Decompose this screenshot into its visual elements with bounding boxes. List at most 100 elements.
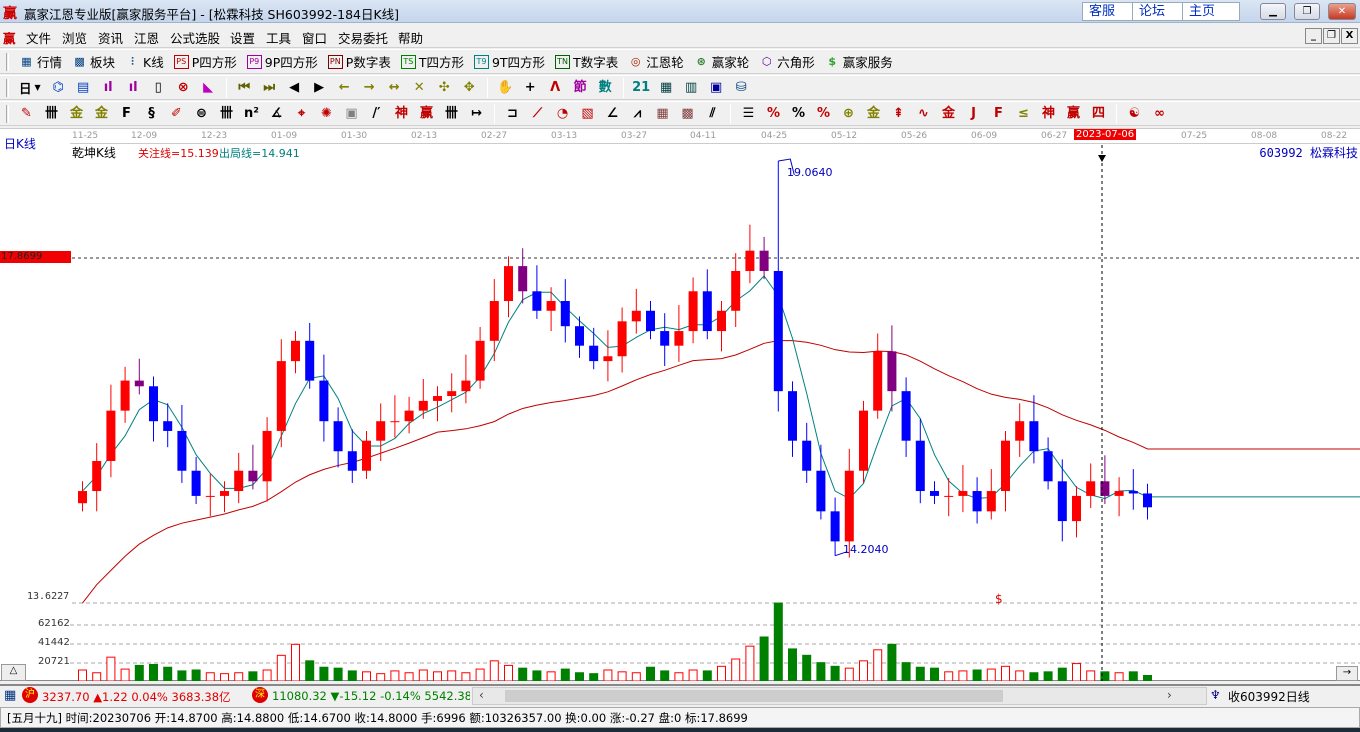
- quote-table-icon[interactable]: ▦: [4, 688, 16, 703]
- grid2-icon[interactable]: ▩: [678, 106, 698, 122]
- measure-icon[interactable]: ↦: [467, 106, 487, 122]
- toolbar-grip[interactable]: [6, 78, 9, 97]
- pct-fan-icon[interactable]: %: [764, 106, 784, 122]
- ying-icon[interactable]: 赢: [417, 106, 437, 122]
- customer-service-link[interactable]: 客服: [1082, 2, 1134, 21]
- zigzag-icon[interactable]: ⩘: [628, 106, 648, 122]
- arrow-icon[interactable]: ⇞: [889, 106, 909, 122]
- last-icon[interactable]: ⏭: [259, 80, 279, 96]
- period-dropdown[interactable]: 日 ▼: [15, 77, 45, 98]
- expand-panel-button[interactable]: △: [1, 664, 26, 681]
- menu-browse[interactable]: 浏览: [62, 28, 87, 47]
- four-icon[interactable]: 四: [1089, 106, 1109, 122]
- angle-icon[interactable]: ∡: [267, 106, 287, 122]
- number-icon[interactable]: 數: [595, 80, 615, 96]
- gann-grid-icon[interactable]: 卌: [42, 106, 62, 122]
- candle-icon[interactable]: ▯: [148, 80, 168, 96]
- target-icon[interactable]: ⌖: [292, 106, 312, 122]
- gold-coin-icon[interactable]: ⊕: [839, 106, 859, 122]
- toolbar-button-kline[interactable]: ⫶ K线: [121, 51, 168, 72]
- calendar-icon[interactable]: 21: [631, 80, 651, 96]
- toolbar-button-ts[interactable]: TS T四方形: [397, 51, 468, 72]
- crosshair-icon[interactable]: +: [520, 80, 540, 96]
- network-icon[interactable]: ⛁: [731, 80, 751, 96]
- toolbar-button-pn[interactable]: PN P数字表: [324, 51, 395, 72]
- square-icon[interactable]: ▣: [342, 106, 362, 122]
- chart-canvas[interactable]: [0, 129, 1360, 681]
- gold-bar-icon[interactable]: 金: [939, 106, 959, 122]
- scrollbar-thumb[interactable]: [505, 690, 1003, 702]
- menu-settings[interactable]: 设置: [230, 28, 255, 47]
- close-button[interactable]: ✕: [1328, 3, 1356, 20]
- pct-line-icon[interactable]: %: [814, 106, 834, 122]
- arc-icon[interactable]: ◔: [553, 106, 573, 122]
- fan-icon[interactable]: ⟋: [528, 106, 548, 122]
- indicator9-icon[interactable]: ıl: [123, 80, 143, 96]
- percent-icon[interactable]: %: [789, 106, 809, 122]
- forum-link[interactable]: 论坛: [1132, 2, 1184, 21]
- shen-icon[interactable]: 神: [392, 106, 412, 122]
- angle2-icon[interactable]: ∠: [603, 106, 623, 122]
- toolbar-button-hexagon[interactable]: ⬡ 六角形: [755, 51, 819, 72]
- minimize-button[interactable]: ▁: [1260, 3, 1286, 20]
- scroll-left-icon[interactable]: ‹: [479, 688, 484, 702]
- homepage-link[interactable]: 主页: [1182, 2, 1240, 21]
- scroll-right-icon[interactable]: ›: [1167, 688, 1172, 702]
- toolbar-button-tn[interactable]: TN T数字表: [551, 51, 622, 72]
- scroll-right-button[interactable]: →: [1336, 666, 1358, 681]
- right-icon[interactable]: →: [359, 80, 379, 96]
- square-fan-icon[interactable]: ▧: [578, 106, 598, 122]
- j-icon[interactable]: J: [964, 106, 984, 122]
- toolbar-button-winner-wheel[interactable]: ⊛ 赢家轮: [690, 51, 754, 72]
- shen-angle-icon[interactable]: 神: [1039, 106, 1059, 122]
- menu-formula-select[interactable]: 公式选股: [170, 28, 220, 47]
- cycle-icon[interactable]: 卌: [217, 106, 237, 122]
- taiji-icon[interactable]: ☯: [1125, 106, 1145, 122]
- mdi-close-button[interactable]: X: [1341, 28, 1358, 44]
- left-icon[interactable]: ←: [334, 80, 354, 96]
- brush-icon[interactable]: ✐: [167, 106, 187, 122]
- box-icon[interactable]: ⊐: [503, 106, 523, 122]
- calculator-icon[interactable]: ▦: [656, 80, 676, 96]
- infinity-icon[interactable]: ∞: [1150, 106, 1170, 122]
- indicator3-icon[interactable]: ıl: [98, 80, 118, 96]
- menu-help[interactable]: 帮助: [398, 28, 423, 47]
- volume-profile-icon[interactable]: ◣: [198, 80, 218, 96]
- expand-icon[interactable]: ↔: [384, 80, 404, 96]
- spiral-icon[interactable]: §: [142, 106, 162, 122]
- toolbar-button-dollar[interactable]: $ 赢家服务: [821, 51, 897, 72]
- fib-icon[interactable]: F: [117, 106, 137, 122]
- draw-line-icon[interactable]: ᐱ: [545, 80, 565, 96]
- first-icon[interactable]: ⏮: [234, 80, 254, 96]
- prev-icon[interactable]: ◀: [284, 80, 304, 96]
- report-icon[interactable]: ▥: [681, 80, 701, 96]
- gold-icon[interactable]: 金: [67, 106, 87, 122]
- radar-icon[interactable]: ✺: [317, 106, 337, 122]
- circle-icon[interactable]: ⊜: [192, 106, 212, 122]
- gold2-icon[interactable]: 金: [92, 106, 112, 122]
- menu-tools[interactable]: 工具: [266, 28, 291, 47]
- kline-chart[interactable]: 日K线 11-25 12-09 12-23 01-09 01-30 02-13 02-27 0…: [0, 128, 1360, 681]
- parallel-icon[interactable]: ⫽: [703, 106, 723, 122]
- toolbar-button-p9[interactable]: P9 9P四方形: [243, 51, 322, 72]
- menu-file[interactable]: 文件: [26, 28, 51, 47]
- menu-trading[interactable]: 交易委托: [338, 28, 388, 47]
- toolbar-button-quote-table[interactable]: ▦ 行情: [15, 51, 66, 72]
- section-icon[interactable]: 節: [570, 80, 590, 96]
- toolbar-grip[interactable]: [6, 104, 9, 123]
- menu-gann[interactable]: 江恩: [134, 28, 159, 47]
- hand-icon[interactable]: ✋: [495, 80, 515, 96]
- next-icon[interactable]: ▶: [309, 80, 329, 96]
- zoom-out-icon[interactable]: ✥: [459, 80, 479, 96]
- gann-icon[interactable]: ⊗: [173, 80, 193, 96]
- n2-icon[interactable]: n²: [242, 106, 262, 122]
- f-icon[interactable]: F: [989, 106, 1009, 122]
- shrink-icon[interactable]: ✕: [409, 80, 429, 96]
- zoom-in-icon[interactable]: ✣: [434, 80, 454, 96]
- menu-info[interactable]: 资讯: [98, 28, 123, 47]
- toolbar-grip[interactable]: [6, 52, 9, 71]
- grid-icon[interactable]: ▦: [653, 106, 673, 122]
- toolbar-button-sector[interactable]: ▩ 板块: [68, 51, 119, 72]
- lines-icon[interactable]: /′: [367, 106, 387, 122]
- save-icon[interactable]: ▣: [706, 80, 726, 96]
